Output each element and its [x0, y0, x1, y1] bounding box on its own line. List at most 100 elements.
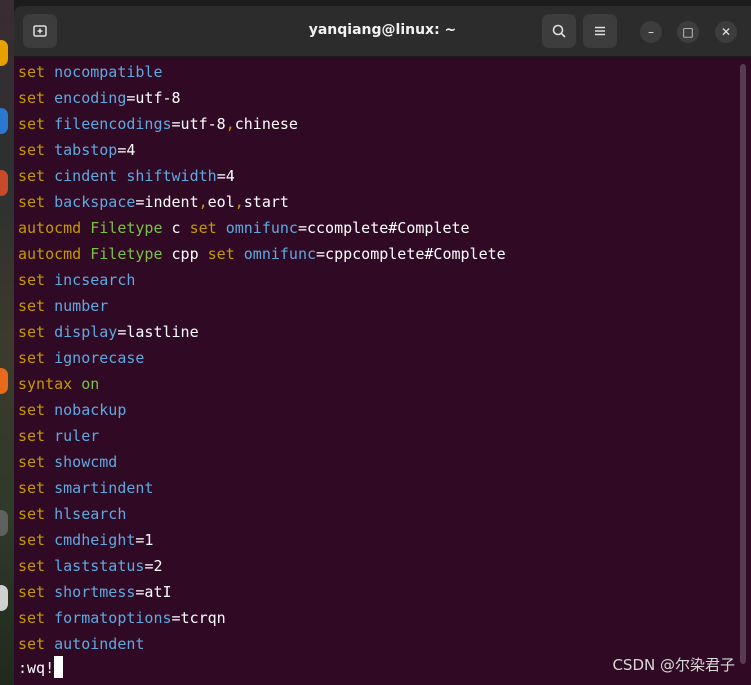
scrollbar-thumb[interactable]	[740, 64, 746, 664]
buffer-line: set display=lastline	[18, 319, 728, 345]
buffer-line: syntax on	[18, 371, 728, 397]
code-token: omnifunc	[225, 219, 298, 237]
buffer-line: set fileencodings=utf-8,chinese	[18, 111, 728, 137]
code-token: ,	[225, 115, 235, 133]
buffer-line: set cindent shiftwidth=4	[18, 163, 728, 189]
code-token: chinese	[234, 115, 298, 133]
code-token: shiftwidth	[126, 167, 217, 185]
code-token: autoindent	[54, 635, 145, 653]
code-token: cindent	[54, 167, 118, 185]
dock-app-icon[interactable]	[0, 108, 8, 134]
code-token: start	[243, 193, 289, 211]
code-token: ,	[198, 193, 208, 211]
code-token: set	[18, 323, 46, 341]
code-token: set	[18, 349, 46, 367]
code-token: backspace	[54, 193, 136, 211]
code-token: =indent	[135, 193, 199, 211]
buffer-line: set tabstop=4	[18, 137, 728, 163]
code-token: =2	[144, 557, 163, 575]
code-token: set	[18, 479, 46, 497]
code-token: set	[18, 141, 46, 159]
buffer-line: autocmd Filetype c set omnifunc=ccomplet…	[18, 215, 728, 241]
code-token: set	[18, 505, 46, 523]
dock-app-icon[interactable]	[0, 170, 8, 196]
maximize-button[interactable]: □	[677, 21, 699, 43]
code-token: set	[207, 245, 235, 263]
text-cursor	[54, 656, 64, 678]
code-token: syntax	[18, 375, 73, 393]
code-token: Filetype	[90, 219, 163, 237]
code-token: =cppcomplete#Complete	[316, 245, 506, 263]
code-token: ignorecase	[54, 349, 145, 367]
code-token: eol	[207, 193, 235, 211]
dock-app-icon[interactable]	[0, 510, 8, 536]
buffer-line: set nobackup	[18, 397, 728, 423]
code-token: ,	[234, 193, 244, 211]
code-token: set	[18, 453, 46, 471]
code-token: hlsearch	[54, 505, 127, 523]
code-token: autocmd	[18, 245, 82, 263]
code-token: set	[18, 427, 46, 445]
menu-button[interactable]	[583, 14, 617, 48]
code-token: set	[18, 401, 46, 419]
buffer-line: set smartindent	[18, 475, 728, 501]
scrollbar[interactable]	[740, 64, 748, 664]
terminal-text-area[interactable]: set nocompatible set encoding=utf-8 set fi…	[18, 59, 728, 657]
close-button[interactable]: ✕	[715, 21, 737, 43]
code-token: incsearch	[54, 271, 136, 289]
search-button[interactable]	[542, 14, 576, 48]
code-token: ruler	[54, 427, 100, 445]
close-icon: ✕	[720, 25, 732, 39]
watermark: CSDN @尔染君子	[612, 656, 735, 674]
minimize-button[interactable]: –	[640, 21, 662, 43]
code-token: autocmd	[18, 219, 82, 237]
code-token: set	[18, 583, 46, 601]
buffer-line: set nocompatible	[18, 59, 728, 85]
code-token: =atI	[135, 583, 172, 601]
code-token: encoding	[54, 89, 127, 107]
code-token: =4	[117, 141, 136, 159]
code-token: Filetype	[90, 245, 163, 263]
code-token: smartindent	[54, 479, 154, 497]
title-bar: yanqiang@linux: ~ – □ ✕	[14, 6, 751, 57]
hamburger-menu-icon	[595, 26, 605, 36]
buffer-line: set laststatus=2	[18, 553, 728, 579]
code-token: =lastline	[117, 323, 199, 341]
code-token: on	[81, 375, 100, 393]
buffer-line: set ruler	[18, 423, 728, 449]
dock-app-icon[interactable]	[0, 585, 8, 611]
code-token: showcmd	[54, 453, 118, 471]
code-token: nocompatible	[54, 63, 163, 81]
code-token: set	[18, 531, 46, 549]
vim-command-line[interactable]: :wq!	[18, 656, 64, 678]
code-token: set	[189, 219, 217, 237]
code-token: set	[18, 193, 46, 211]
code-token: =utf-8	[171, 115, 226, 133]
code-token: c	[162, 219, 190, 237]
dock-app-icon[interactable]	[0, 40, 8, 66]
buffer-line: set cmdheight=1	[18, 527, 728, 553]
code-token: number	[54, 297, 109, 315]
code-token: =utf-8	[126, 89, 181, 107]
code-token: formatoptions	[54, 609, 172, 627]
code-token: set	[18, 63, 46, 81]
code-token: set	[18, 557, 46, 575]
dock-app-icon[interactable]	[0, 368, 8, 394]
